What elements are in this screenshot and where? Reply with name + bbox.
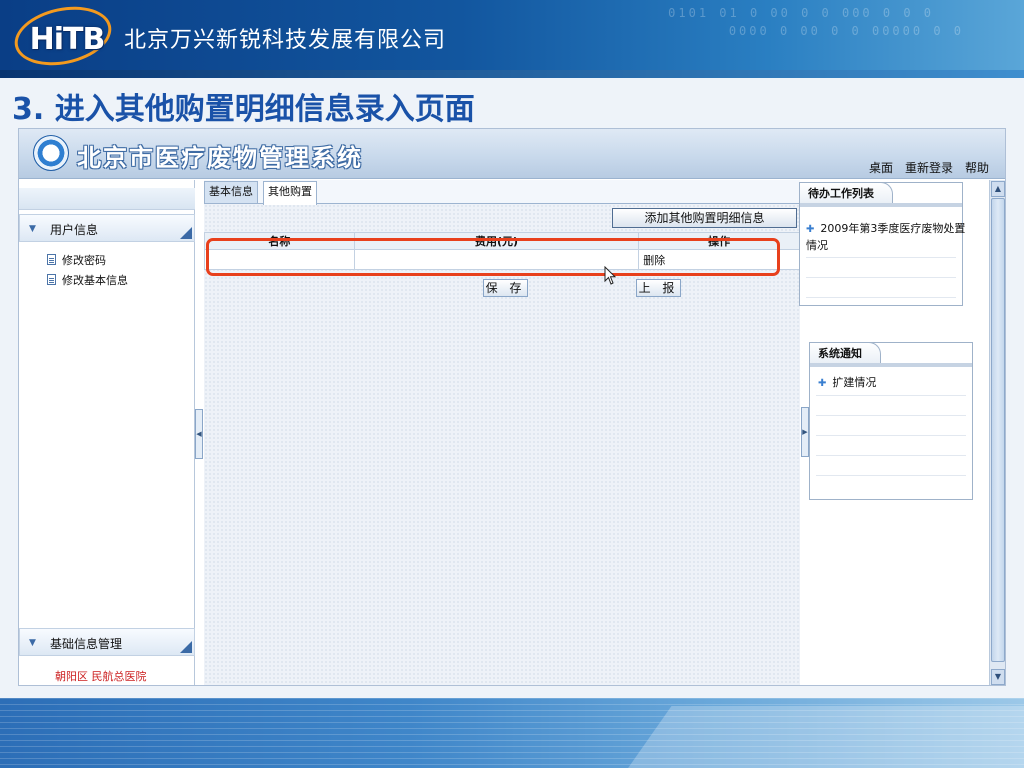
plus-icon: ✚ [806, 224, 815, 235]
panel-divider [800, 203, 962, 207]
list-divider [816, 435, 966, 436]
corner-triangle-icon [180, 227, 192, 239]
app-window: 北京市医疗废物管理系统 桌面 重新登录 帮助 ▼ 用户信息 修改密码 修改基本信… [18, 128, 1006, 686]
add-other-purchase-button[interactable]: 添加其他购置明细信息 [612, 208, 797, 228]
notice-panel: 系统通知 ✚ 扩建情况 [809, 342, 973, 500]
nav-desktop-link[interactable]: 桌面 [869, 159, 893, 176]
todo-panel: 待办工作列表 ✚ 2009年第3季度医疗废物处置情况 [799, 182, 966, 306]
system-title: 北京市医疗废物管理系统 [77, 144, 363, 172]
sidebar-group-user-info[interactable]: ▼ 用户信息 [19, 214, 195, 242]
top-nav: 桌面 重新登录 帮助 [869, 159, 989, 176]
tab-bar: 基本信息 其他购置 [204, 180, 800, 205]
list-divider [816, 395, 966, 396]
mouse-cursor-icon [604, 266, 617, 285]
list-divider [816, 475, 966, 476]
tab-basic-info[interactable]: 基本信息 [204, 181, 258, 203]
scroll-up-icon[interactable]: ▲ [991, 181, 1005, 197]
slide-banner: 0101 01 0 00 0 0 000 0 0 0 0000 0 00 0 0… [0, 0, 1024, 78]
document-icon [47, 274, 56, 285]
scroll-down-icon[interactable]: ▼ [991, 669, 1005, 685]
todo-item-label: 2009年第3季度医疗废物处置情况 [806, 222, 966, 252]
user-location-label: 朝阳区 民航总医院 [55, 670, 147, 683]
notice-item-label: 扩建情况 [832, 376, 877, 389]
company-name: 北京万兴新锐科技发展有限公司 [124, 28, 447, 53]
scrollbar-thumb[interactable] [991, 198, 1005, 662]
binary-decoration: 0101 01 0 00 0 0 000 0 0 0 [668, 6, 934, 20]
tab-other-purchase[interactable]: 其他购置 [263, 181, 317, 205]
report-button[interactable]: 上 报 [636, 279, 681, 297]
sidebar-group-basic-info-mgmt[interactable]: ▼ 基础信息管理 [19, 628, 195, 656]
list-divider [816, 455, 966, 456]
notice-panel-title: 系统通知 [809, 342, 881, 364]
corner-triangle-icon [180, 641, 192, 653]
app-header: 北京市医疗废物管理系统 桌面 重新登录 帮助 [19, 129, 1005, 179]
sidebar-group-label: 用户信息 [50, 223, 99, 237]
list-divider [816, 415, 966, 416]
slide-title: 3. 进入其他购置明细信息录入页面 [12, 92, 475, 127]
chevron-down-icon: ▼ [29, 224, 36, 234]
sidebar-item-change-password[interactable]: 修改密码 [47, 252, 106, 268]
chevron-down-icon: ▼ [29, 638, 36, 648]
sidebar-item-label: 修改基本信息 [62, 274, 128, 287]
todo-panel-title: 待办工作列表 [799, 182, 893, 204]
system-emblem-icon [33, 135, 69, 171]
list-divider [806, 277, 956, 278]
collapse-right-handle[interactable]: ▶ [801, 407, 809, 457]
document-icon [47, 254, 56, 265]
main-content: 基本信息 其他购置 添加其他购置明细信息 名称 费用(元) 操作 删除 保 存 … [204, 180, 800, 685]
sidebar-group-label: 基础信息管理 [50, 637, 123, 651]
vertical-scrollbar[interactable]: ▲ ▼ [989, 180, 1005, 685]
sidebar-item-edit-basic-info[interactable]: 修改基本信息 [47, 272, 128, 288]
save-button[interactable]: 保 存 [483, 279, 528, 297]
binary-decoration-2: 0000 0 00 0 0 00000 0 0 [728, 24, 964, 38]
highlight-annotation-box [206, 238, 780, 276]
collapse-left-handle[interactable]: ◀ [195, 409, 203, 459]
sidebar-top-bar [19, 188, 195, 210]
sidebar-item-label: 修改密码 [62, 254, 106, 267]
sidebar: ▼ 用户信息 修改密码 修改基本信息 ▼ 基础信息管理 朝阳区 民航总医院 [19, 180, 195, 685]
slide-footer [0, 698, 1024, 768]
todo-item[interactable]: ✚ 2009年第3季度医疗废物处置情况 [806, 221, 966, 254]
plus-icon: ✚ [818, 378, 827, 389]
keyboard-graphic [608, 706, 1024, 768]
company-logo: HiTB [9, 0, 117, 74]
panel-divider [810, 363, 972, 367]
list-divider [806, 257, 956, 258]
notice-item[interactable]: ✚ 扩建情况 [818, 375, 876, 392]
list-divider [806, 297, 956, 298]
banner-stripe [0, 70, 1024, 78]
nav-relogin-link[interactable]: 重新登录 [905, 159, 953, 176]
logo-text: HiTB [29, 22, 106, 57]
nav-help-link[interactable]: 帮助 [965, 159, 989, 176]
